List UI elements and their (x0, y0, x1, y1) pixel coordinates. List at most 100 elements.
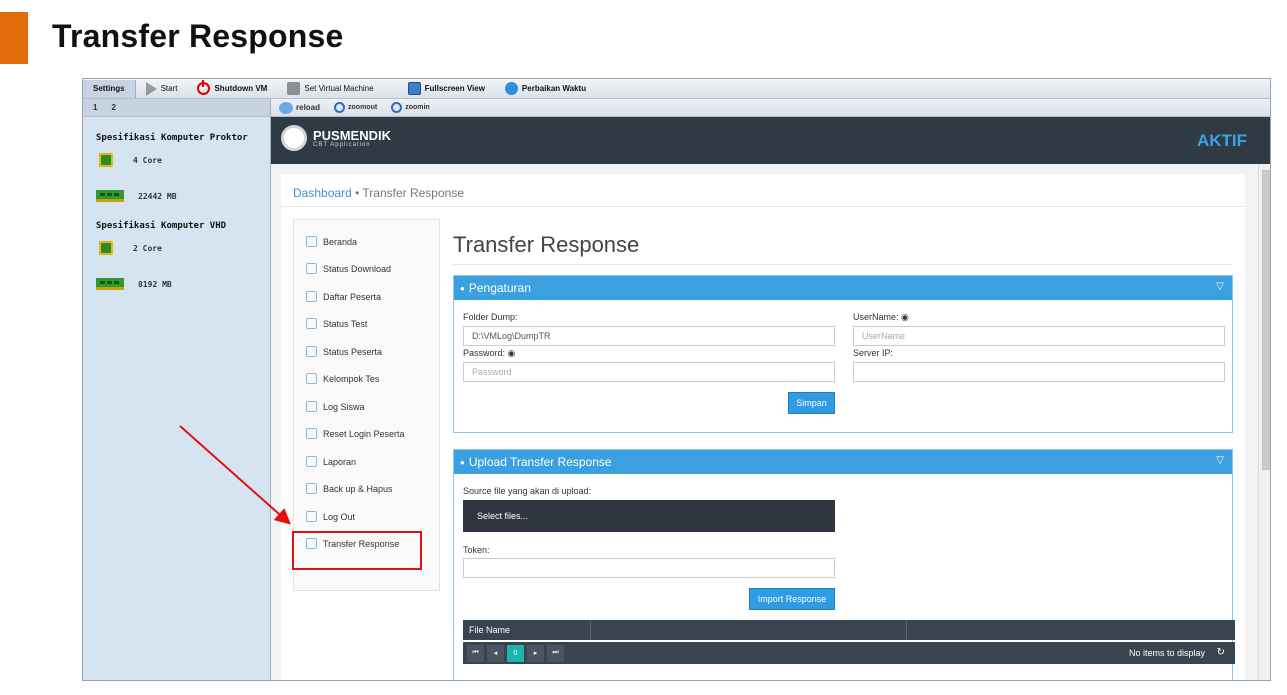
proktor-ram-value: 22442 MB (138, 191, 177, 201)
zoom-in-icon (391, 102, 403, 113)
edit-icon (306, 318, 317, 329)
page-tab-2[interactable]: 2 (111, 103, 115, 112)
server-ip-label: Server IP: (853, 348, 894, 358)
next-page-icon[interactable]: ▸ (527, 644, 544, 662)
reload-icon (279, 101, 293, 114)
printer-icon (306, 456, 317, 467)
start-button[interactable]: Start (136, 80, 188, 98)
info-icon: ● (460, 283, 465, 293)
slide-accent-bar (0, 12, 28, 64)
vhd-specs: Spesifikasi Komputer VHD 2 Core 8192 MB (96, 221, 270, 295)
breadcrumb-current: Transfer Response (362, 186, 464, 200)
fix-time-button[interactable]: Perbaikan Waktu (495, 80, 596, 98)
reload-button[interactable]: reload (279, 101, 320, 114)
nav-item-status-test[interactable]: Status Test (306, 318, 367, 329)
eye-icon[interactable]: ◉ (508, 348, 516, 358)
nav-item-kelompok-tes[interactable]: Kelompok Tes (306, 373, 379, 384)
cpu-chip-icon (99, 153, 113, 167)
token-input[interactable] (463, 558, 835, 578)
fullscreen-icon (407, 82, 421, 95)
password-input[interactable]: Password (463, 362, 835, 382)
settings-tab[interactable]: Settings (83, 79, 136, 98)
nav-item-status-download[interactable]: Status Download (306, 263, 391, 274)
ram-icon (96, 190, 124, 202)
vhd-ram-value: 8192 MB (138, 279, 172, 289)
nav-item-daftar-peserta[interactable]: Daftar Peserta (306, 291, 381, 302)
eye-icon[interactable]: ◉ (901, 312, 909, 322)
username-label: UserName: ◉ (853, 312, 909, 322)
vm-subtoolbar: 1 2 reload zoomout zoomin (83, 99, 1270, 117)
cbt-application: PUSMENDIK CBT Application AKTIF Dashboar… (271, 117, 1270, 680)
zoom-out-icon (334, 102, 346, 113)
col-file-name[interactable]: File Name (463, 620, 591, 640)
slide-title: Transfer Response (52, 18, 344, 54)
username-input[interactable]: UserName (853, 326, 1225, 346)
vertical-scrollbar[interactable] (1258, 164, 1270, 680)
clock-icon (504, 82, 518, 95)
page-title: Transfer Response (453, 232, 640, 257)
nav-item-status-peserta[interactable]: Status Peserta (306, 346, 382, 357)
col-empty (907, 620, 1235, 640)
main-content: Dashboard • Transfer Response Beranda St… (281, 174, 1245, 680)
proktor-cpu-value: 4 Core (133, 155, 162, 165)
first-page-icon[interactable]: ⏮ (467, 644, 484, 662)
proktor-spec-title: Spesifikasi Komputer Proktor (96, 133, 248, 143)
document-icon (306, 291, 317, 302)
app-header: PUSMENDIK CBT Application AKTIF (271, 117, 1270, 164)
shutdown-vm-button[interactable]: Shutdown VM (187, 80, 277, 98)
gear-icon (306, 483, 317, 494)
brand-name: PUSMENDIK (313, 127, 392, 143)
spec-panel: Spesifikasi Komputer Proktor 4 Core 2244… (83, 117, 271, 680)
home-icon (306, 236, 317, 247)
zoomout-button[interactable]: zoomout (334, 102, 377, 113)
file-grid-header: File Name (463, 620, 1235, 640)
screenshot-frame: Settings Start Shutdown VM Set Virtual M… (82, 78, 1271, 681)
prev-page-icon[interactable]: ◂ (487, 644, 504, 662)
settings-panel: ● Pengaturan ▽ Folder Dump: D:\VMLog\Dum… (453, 275, 1233, 433)
nav-item-backup-hapus[interactable]: Back up & Hapus (306, 483, 393, 494)
pusmendik-logo-icon (281, 125, 307, 151)
chevron-down-icon[interactable]: ▽ (1216, 455, 1224, 466)
nav-item-beranda[interactable]: Beranda (306, 236, 357, 247)
password-label: Password: ◉ (463, 348, 516, 358)
col-empty (591, 620, 907, 640)
select-files-button[interactable]: Select files... (463, 500, 835, 532)
nav-item-log-out[interactable]: Log Out (306, 511, 355, 522)
chevron-down-icon[interactable]: ▽ (1216, 281, 1224, 292)
set-vm-button[interactable]: Set Virtual Machine (277, 80, 383, 98)
cloud-download-icon (306, 263, 317, 274)
folder-dump-label: Folder Dump: (463, 312, 518, 322)
nav-item-laporan[interactable]: Laporan (306, 456, 356, 467)
refresh-icon[interactable]: ↻ (1217, 647, 1225, 658)
vhd-cpu-value: 2 Core (133, 243, 162, 253)
user-icon (306, 346, 317, 357)
current-page[interactable]: 0 (507, 644, 524, 662)
refresh-icon (306, 428, 317, 439)
import-response-button[interactable]: Import Response (749, 588, 835, 610)
document-icon (306, 401, 317, 412)
source-file-label: Source file yang akan di upload: (463, 486, 592, 496)
nav-item-reset-login[interactable]: Reset Login Peserta (306, 428, 405, 439)
group-icon (306, 373, 317, 384)
page-tab-1[interactable]: 1 (93, 103, 97, 112)
vhd-spec-title: Spesifikasi Komputer VHD (96, 221, 227, 231)
power-icon (197, 80, 211, 95)
nav-item-log-siswa[interactable]: Log Siswa (306, 401, 365, 412)
server-ip-input[interactable] (853, 362, 1225, 382)
save-button[interactable]: Simpan (788, 392, 835, 414)
fullscreen-button[interactable]: Fullscreen View (398, 80, 495, 98)
page-tabs: 1 2 (83, 99, 271, 116)
upload-panel: ● Upload Transfer Response ▽ Source file… (453, 449, 1235, 680)
grid-pager: ⏮ ◂ 0 ▸ ⏭ No items to display ↻ (463, 642, 1235, 664)
annotation-arrow (179, 425, 291, 525)
zoomin-button[interactable]: zoomin (391, 102, 430, 113)
info-icon: ● (460, 457, 465, 467)
last-page-icon[interactable]: ⏭ (547, 644, 564, 662)
settings-panel-header[interactable]: ● Pengaturan ▽ (454, 276, 1232, 300)
scrollbar-thumb[interactable] (1262, 170, 1270, 470)
cpu-chip-icon (99, 241, 113, 255)
breadcrumb-home[interactable]: Dashboard (293, 186, 352, 200)
breadcrumb: Dashboard • Transfer Response (293, 186, 464, 200)
folder-dump-input[interactable]: D:\VMLog\DumpTR (463, 326, 835, 346)
upload-panel-header[interactable]: ● Upload Transfer Response ▽ (454, 450, 1232, 474)
